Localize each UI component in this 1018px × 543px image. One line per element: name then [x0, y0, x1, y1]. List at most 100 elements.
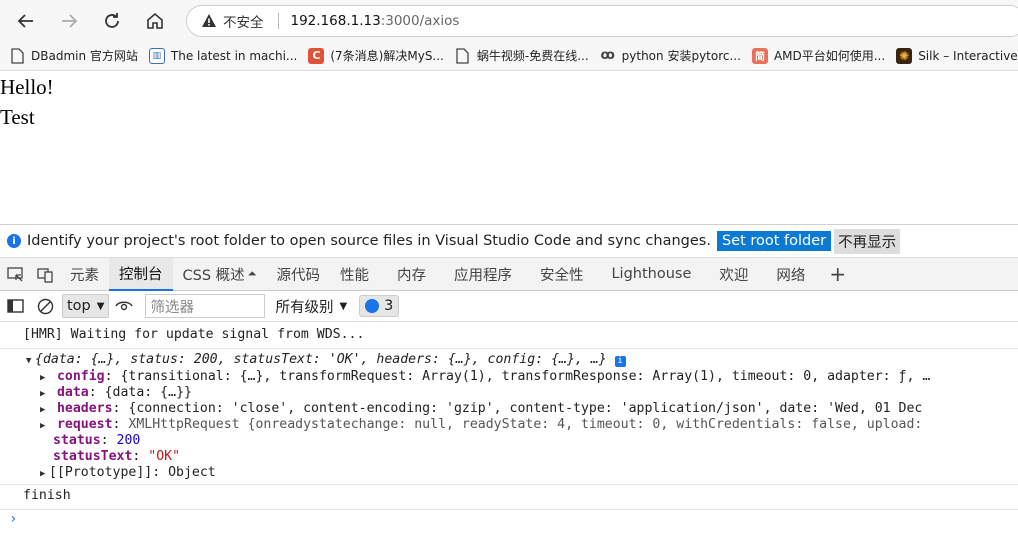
tab-welcome[interactable]: 欢迎: [709, 258, 758, 291]
log-levels-label: 所有级别: [275, 299, 334, 316]
prompt-chevron-icon: ›: [9, 511, 18, 527]
dismiss-button[interactable]: 不再显示: [834, 228, 901, 254]
log-levels-dropdown[interactable]: 所有级别 ▼: [275, 296, 347, 317]
caret-down-icon: ▼: [96, 300, 105, 312]
home-button[interactable]: [138, 4, 172, 38]
browser-toolbar: 不安全 192.168.1.13:3000/axios: [0, 0, 1018, 41]
test-text: Test: [0, 105, 35, 129]
bookmark-item[interactable]: 蜗牛视频-免费在线...: [455, 47, 589, 64]
url-path: :3000/axios: [380, 13, 460, 29]
pwc-icon: ▥: [148, 47, 165, 64]
property-key: config: [56, 369, 105, 384]
tab-memory[interactable]: 内存: [387, 258, 436, 291]
plus-icon[interactable]: +: [819, 258, 856, 291]
silk-icon: ✺: [896, 47, 913, 64]
set-root-folder-button[interactable]: Set root folder: [716, 231, 832, 251]
sidebar-toggle-icon[interactable]: [0, 290, 30, 323]
devtools-infobar: i Identify your project's root folder to…: [0, 224, 1018, 257]
tab-elements[interactable]: 元素: [60, 258, 109, 291]
arrow-right-icon: [62, 13, 78, 28]
property-row[interactable]: ▶ [[Prototype]]: Object: [0, 465, 1018, 485]
property-value: XMLHttpRequest {onreadystatechange: null…: [128, 417, 923, 432]
property-row[interactable]: ▶ headers: {connection: 'close', content…: [0, 401, 1018, 416]
address-separator: [277, 13, 279, 29]
forward-button[interactable]: [52, 4, 86, 38]
tab-lighthouse[interactable]: Lighthouse: [601, 258, 701, 291]
flask-icon: ⏶: [247, 267, 257, 280]
console-object-summary[interactable]: ▼ {data: {…}, status: 200, statusText: 'O…: [0, 352, 1018, 367]
context-value: top: [67, 298, 91, 314]
infobar-message: Identify your project's root folder to o…: [27, 233, 711, 249]
message-count: 3: [384, 298, 394, 314]
warning-icon[interactable]: [201, 13, 217, 29]
property-key: status: [53, 433, 101, 448]
tab-performance[interactable]: 性能: [330, 258, 379, 291]
collapse-triangle-icon: ▶: [40, 389, 46, 399]
bookmark-item[interactable]: C (7条消息)解决MyS...: [308, 47, 444, 64]
property-value: {transitional: {…}, transformRequest: Ar…: [120, 369, 931, 384]
tab-console[interactable]: 控制台: [109, 257, 173, 291]
home-icon: [147, 12, 163, 29]
back-button[interactable]: [9, 4, 43, 38]
property-value: {connection: 'close', content-encoding: …: [128, 401, 923, 416]
page-icon: [9, 47, 25, 64]
filter-input[interactable]: 筛选器: [145, 294, 266, 318]
console-prompt[interactable]: ›: [0, 511, 1018, 527]
message-count-badge[interactable]: 3: [359, 295, 400, 317]
property-key: headers: [56, 401, 113, 416]
devtools-tabbar: 元素 控制台 CSS 概述 ⏶ 源代码 性能 内存 应用程序 安全性 Lighth…: [0, 257, 1018, 291]
console-message: finish: [0, 488, 1018, 510]
bookmark-item[interactable]: ▥ The latest in machi...: [148, 47, 298, 64]
bookmark-label: The latest in machi...: [170, 48, 298, 63]
insecure-label[interactable]: 不安全: [223, 11, 264, 31]
page-content: Hello! Test: [0, 72, 1018, 222]
eye-icon[interactable]: [109, 290, 139, 323]
hmr-message: [HMR] Waiting for update signal from WDS…: [23, 327, 365, 342]
address-bar[interactable]: 不安全 192.168.1.13:3000/axios: [186, 5, 1018, 37]
property-value: {data: {…}}: [104, 385, 192, 400]
finish-message: finish: [23, 488, 71, 503]
clear-console-icon[interactable]: [30, 290, 60, 323]
tab-security[interactable]: 安全性: [530, 258, 594, 291]
device-toolbar-icon[interactable]: [30, 258, 60, 291]
expand-triangle-icon: ▼: [26, 356, 32, 366]
bookmark-item[interactable]: ✺ Silk – Interactive Ge: [896, 47, 1018, 64]
bookmark-item[interactable]: ꝏ python 安装pytorc...: [600, 47, 741, 64]
bookmarks-bar: DBadmin 官方网站 ▥ The latest in machi... C …: [0, 41, 1018, 71]
console-message: [HMR] Waiting for update signal from WDS…: [0, 327, 1018, 349]
collapse-triangle-icon: ▶: [40, 373, 46, 383]
property-row[interactable]: ▶ request: XMLHttpRequest {onreadystatec…: [0, 417, 1018, 432]
bookmark-item[interactable]: 简 AMD平台如何使用...: [751, 47, 886, 64]
collapse-triangle-icon: ▶: [40, 469, 46, 479]
property-row: status: 200: [53, 433, 141, 448]
bookmark-label: DBadmin 官方网站: [31, 49, 138, 63]
jianshu-icon: 简: [751, 47, 768, 64]
reload-button[interactable]: [95, 4, 129, 38]
inspect-element-icon[interactable]: [0, 258, 30, 291]
property-row[interactable]: ▶ data: {data: {…}}: [0, 385, 1018, 400]
caret-down-icon: ▼: [339, 300, 348, 312]
bookmark-label: python 安装pytorc...: [621, 49, 741, 63]
property-value: "OK": [148, 449, 181, 464]
property-value: 200: [116, 433, 141, 448]
bookmark-label: AMD平台如何使用...: [773, 49, 886, 63]
message-icon: [365, 299, 380, 313]
bookmark-item[interactable]: DBadmin 官方网站: [9, 47, 138, 64]
bookmark-label: (7条消息)解决MyS...: [330, 49, 444, 63]
property-row: statusText: "OK": [53, 449, 181, 464]
page-icon: [455, 47, 471, 64]
bookmark-label: 蜗牛视频-免费在线...: [476, 49, 589, 63]
property-value: Object: [168, 465, 216, 480]
tab-application[interactable]: 应用程序: [444, 258, 522, 291]
info-icon: i: [614, 356, 626, 367]
csdn-icon: C: [308, 47, 325, 64]
python-icon: ꝏ: [600, 48, 615, 63]
reload-icon: [105, 12, 119, 28]
property-row[interactable]: ▶ config: {transitional: {…}, transformR…: [0, 369, 1018, 384]
collapse-triangle-icon: ▶: [40, 421, 46, 431]
tab-css-overview[interactable]: CSS 概述 ⏶: [173, 258, 267, 291]
tab-sources[interactable]: 源代码: [266, 258, 330, 291]
tab-network[interactable]: 网络: [766, 258, 815, 291]
property-key: [[Prototype]]: [49, 465, 153, 480]
context-selector[interactable]: top ▼: [62, 294, 110, 318]
